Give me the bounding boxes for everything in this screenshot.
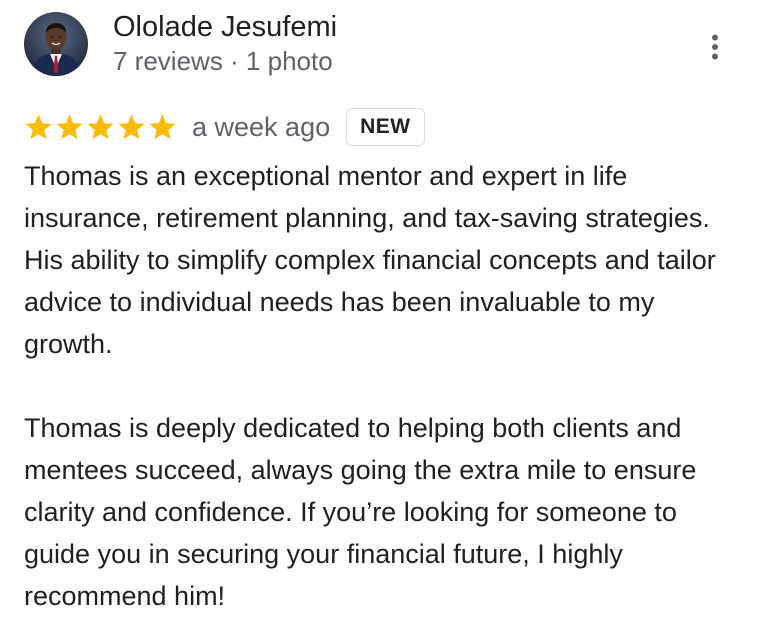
review-text: Thomas is an exceptional mentor and expe… — [24, 155, 744, 617]
review-paragraph: Thomas is deeply dedicated to helping bo… — [24, 413, 697, 611]
author-meta: 7 reviews · 1 photo — [113, 46, 333, 76]
star-icon — [117, 113, 146, 141]
more-options-button[interactable] — [698, 27, 732, 67]
review-time: a week ago — [192, 111, 331, 142]
star-icon — [55, 113, 84, 141]
author-name[interactable]: Ololade Jesufemi — [113, 10, 337, 44]
star-rating — [24, 113, 179, 141]
review-card: Ololade Jesufemi 7 reviews · 1 photo a w… — [0, 0, 759, 626]
rating-row: a week ago NEW — [24, 106, 425, 148]
avatar-image — [24, 11, 88, 76]
avatar[interactable] — [24, 11, 88, 76]
new-badge: NEW — [346, 108, 425, 146]
star-icon — [148, 113, 177, 141]
review-header: Ololade Jesufemi 7 reviews · 1 photo — [24, 10, 337, 77]
author-info: Ololade Jesufemi 7 reviews · 1 photo — [113, 10, 337, 77]
more-vert-icon — [712, 34, 718, 60]
star-icon — [24, 113, 53, 141]
review-paragraph: Thomas is an exceptional mentor and expe… — [24, 161, 716, 359]
star-icon — [86, 113, 115, 141]
